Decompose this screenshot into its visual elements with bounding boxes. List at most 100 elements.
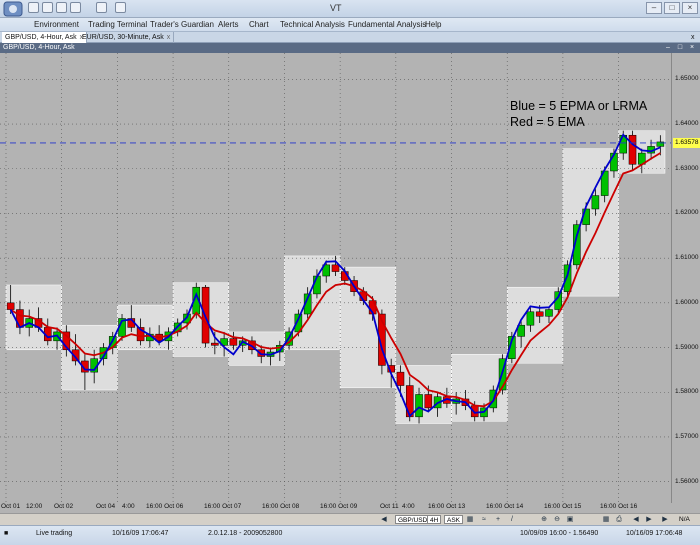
menu-fundamental-analysis[interactable]: Fundamental Analysis (348, 20, 426, 29)
price-tick: 1.56000 (675, 477, 699, 485)
time-tick: 16:00 Oct 08 (262, 503, 300, 510)
window-close-icon[interactable]: × (688, 44, 696, 52)
candle-up (545, 309, 553, 317)
window-icon[interactable] (96, 2, 107, 13)
annotation-blue: Blue = 5 EPMA or LRMA (510, 99, 648, 113)
time-tick: 16:00 Oct 13 (428, 503, 466, 510)
time-tick: 4:00 (402, 503, 415, 510)
close-all-tabs-icon[interactable]: x (688, 32, 698, 43)
menu-trading-terminal[interactable]: Trading Terminal (88, 20, 147, 29)
open-icon[interactable] (42, 2, 53, 13)
print-chart-icon[interactable]: ⎙ (615, 516, 623, 524)
price-tick: 1.62000 (675, 209, 699, 217)
undo-icon[interactable] (56, 2, 67, 13)
crosshair-icon[interactable]: + (494, 516, 502, 524)
price-chart[interactable]: Blue = 5 EPMA or LRMA Red = 5 EMA (0, 53, 671, 510)
tab-gbpusd[interactable]: GBP/USD, 4-Hour, Ask x (2, 32, 88, 43)
time-tick: Oct 01 (1, 503, 21, 510)
candle-down (535, 311, 544, 317)
price-tick: 1.60000 (675, 298, 699, 306)
version-label: 2.0.12.18 - 2009052800 (208, 530, 283, 537)
price-tick: 1.64000 (675, 120, 699, 128)
scroll-end-icon[interactable]: ▶ (661, 516, 669, 524)
zoom-level: N/A (679, 516, 690, 523)
candle-down (211, 342, 219, 346)
menu-environment[interactable]: Environment (34, 20, 79, 29)
chart-window-title: GBP/USD, 4-Hour, Ask – □ × (0, 43, 700, 53)
time-tick: 16:00 Oct 14 (486, 503, 524, 510)
cursor-readout: 10/09/09 16:00 - 1.56490 (520, 530, 599, 537)
status-datetime-2: 10/16/09 17:06:48 (626, 530, 683, 537)
candle-up (563, 264, 572, 292)
save-icon[interactable] (28, 2, 39, 13)
tab-eurusd[interactable]: EUR/USD, 30-Minute, Ask x (79, 32, 175, 43)
close-tab-icon[interactable]: x (167, 34, 171, 41)
app-logo-icon[interactable] (3, 1, 23, 17)
print-icon[interactable] (70, 2, 81, 13)
menu-chart[interactable]: Chart (249, 20, 269, 29)
candle-down (6, 302, 15, 310)
tab-label: GBP/USD, 4-Hour, Ask (5, 34, 77, 41)
grid-icon[interactable]: ▦ (602, 516, 610, 524)
title-bar: VT – □ × (0, 0, 700, 18)
live-status: Live trading (36, 530, 73, 537)
candle-up (526, 311, 535, 326)
document-tabs: GBP/USD, 4-Hour, Ask x EUR/USD, 30-Minute… (0, 32, 700, 43)
indicator-icon[interactable]: ≈ (480, 516, 488, 524)
time-tick: 12:00 (26, 503, 43, 510)
app-title: VT (330, 3, 342, 13)
time-tick: Oct 04 (96, 503, 116, 510)
price-tick: 1.61000 (675, 254, 699, 262)
back-icon[interactable]: ◀ (632, 516, 640, 524)
candle-down (16, 309, 24, 328)
candle-down (405, 385, 414, 418)
price-tick: 1.63000 (675, 164, 699, 172)
chart-window-label: GBP/USD, 4-Hour, Ask (3, 44, 75, 51)
price-tick: 1.58000 (675, 388, 699, 396)
price-tick: 1.59000 (675, 343, 699, 351)
candle-down (628, 134, 637, 165)
price-axis[interactable]: 1.65000 1.64000 1.63000 1.62000 1.61000 1.600… (671, 53, 700, 510)
price-tick: 1.57000 (675, 432, 699, 440)
layout-icon[interactable] (115, 2, 126, 13)
timeframe-select[interactable]: 4H (427, 515, 442, 524)
maximize-button[interactable]: □ (664, 2, 680, 14)
chart-type-icon[interactable]: ▦ (466, 516, 474, 524)
price-tick: 1.65000 (675, 75, 699, 83)
time-axis[interactable]: Oct 01 12:00 Oct 02 Oct 04 4:00 16:00 Oc… (0, 503, 700, 513)
zoom-out-icon[interactable]: ⊖ (553, 516, 561, 524)
status-bar: ■ Live trading 10/16/09 17:06:47 2.0.12.… (0, 525, 700, 545)
status-datetime: 10/16/09 17:06:47 (112, 530, 169, 537)
candle-down (396, 371, 405, 386)
menu-alerts[interactable]: Alerts (218, 20, 238, 29)
menu-bar: Environment Trading Terminal Trader's Gu… (0, 18, 700, 32)
candle-up (591, 195, 600, 210)
time-tick: 16:00 Oct 06 (146, 503, 184, 510)
menu-help[interactable]: Help (425, 20, 441, 29)
candle-down (424, 394, 433, 409)
candle-up (415, 394, 423, 418)
fit-icon[interactable]: ▣ (566, 516, 574, 524)
time-tick: Oct 02 (54, 503, 74, 510)
side-select[interactable]: ASK (444, 515, 464, 524)
menu-traders-guardian[interactable]: Trader's Guardian (150, 20, 214, 29)
symbol-select[interactable]: GBP/USD (395, 515, 431, 524)
scroll-left-icon[interactable]: ◀ (380, 516, 388, 524)
time-tick: 4:00 (122, 503, 135, 510)
zoom-in-icon[interactable]: ⊕ (540, 516, 548, 524)
menu-technical-analysis[interactable]: Technical Analysis (280, 20, 345, 29)
window-restore-icon[interactable]: □ (676, 44, 684, 52)
minimize-button[interactable]: – (646, 2, 662, 14)
line-tool-icon[interactable]: / (508, 516, 516, 524)
candle-down (229, 338, 238, 346)
time-tick: 16:00 Oct 07 (204, 503, 242, 510)
tab-label: EUR/USD, 30-Minute, Ask (82, 34, 164, 41)
connection-icon: ■ (4, 530, 9, 537)
time-tick: 16:00 Oct 16 (600, 503, 638, 510)
close-button[interactable]: × (682, 2, 698, 14)
window-minimize-icon[interactable]: – (664, 44, 672, 52)
time-tick: 16:00 Oct 09 (320, 503, 358, 510)
current-price-label: 1.63578 (673, 137, 700, 148)
candle-down (331, 264, 340, 272)
forward-icon[interactable]: ▶ (645, 516, 653, 524)
